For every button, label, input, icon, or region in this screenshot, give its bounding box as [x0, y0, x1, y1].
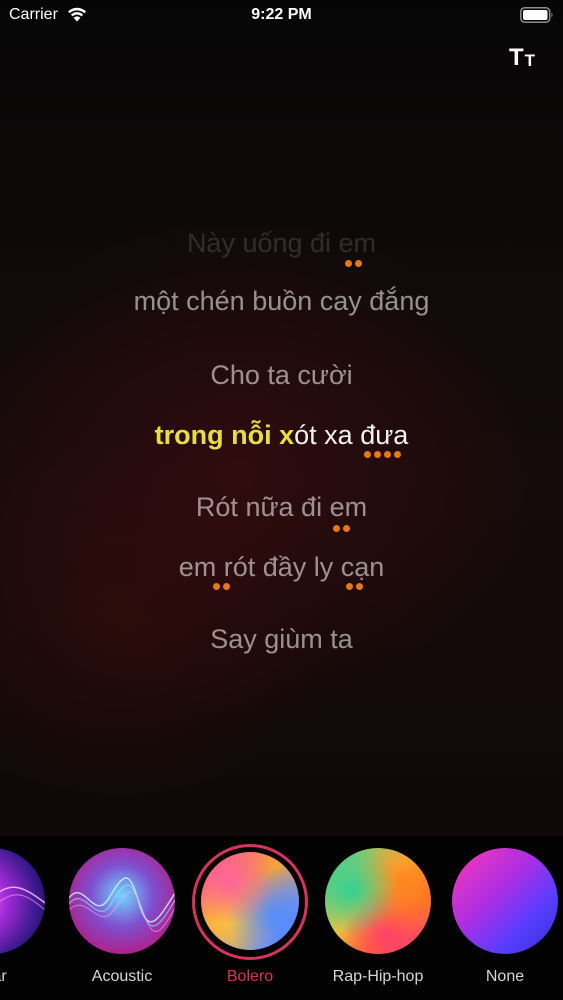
note-dot [394, 451, 401, 458]
effect-label: Rap-Hip-hop [332, 968, 424, 985]
effect-star[interactable]: Star [0, 848, 46, 988]
effect-label: None [485, 968, 525, 985]
lyric-line: Rót nữa đi em [195, 492, 368, 522]
effect-rap-hip-hop[interactable]: Rap-Hip-hop [324, 848, 432, 988]
note-dot [355, 260, 362, 267]
note-dots [345, 260, 362, 267]
lyric-line: Say giùm ta [210, 624, 353, 654]
note-dots [213, 583, 230, 590]
waveform-art-icon [69, 877, 175, 932]
unsung-lyric-part: ót xa đưa [294, 420, 409, 450]
effect-rap-hip-hop-thumbnail [325, 848, 431, 954]
note-dot [374, 451, 381, 458]
effect-none-thumbnail [452, 848, 558, 954]
sung-lyric-part: trong nỗi x [154, 420, 295, 450]
note-dot [223, 583, 230, 590]
lyric-line: Này uống đi em [186, 228, 377, 258]
lyric-line: Cho ta cười [210, 360, 353, 390]
note-dot [343, 525, 350, 532]
note-dots [364, 451, 401, 458]
effect-none[interactable]: None [451, 848, 559, 988]
current-lyric-line: trong nỗi xót xa đưa [0, 418, 563, 452]
effect-acoustic[interactable]: Acoustic [68, 848, 176, 988]
note-dot [356, 583, 363, 590]
effect-label: Bolero [226, 968, 274, 985]
note-dot [364, 451, 371, 458]
effect-bolero-thumbnail [201, 852, 299, 950]
note-dot [384, 451, 391, 458]
note-dot [345, 260, 352, 267]
effect-label: Acoustic [91, 968, 153, 985]
waveform-art-icon [0, 886, 45, 911]
note-dot [346, 583, 353, 590]
note-dots [333, 525, 350, 532]
voice-effect-picker[interactable]: Star Acoustic Bolero Rap-Hip-hop None [0, 836, 563, 1000]
effect-bolero[interactable]: Bolero [192, 844, 308, 988]
note-dot [333, 525, 340, 532]
lyric-line: một chén buồn cay đắng [133, 286, 430, 316]
note-dot [213, 583, 220, 590]
lyric-line: em rót đầy ly cạn [178, 552, 385, 582]
effect-star-thumbnail [0, 848, 45, 954]
effect-acoustic-thumbnail [69, 848, 175, 954]
lyrics-view: Này uống đi em một chén buồn cay đắng Ch… [0, 0, 563, 830]
note-dots [346, 583, 363, 590]
karaoke-screen: Carrier 9:22 PM T T Này uống đi em một c… [0, 0, 563, 1000]
